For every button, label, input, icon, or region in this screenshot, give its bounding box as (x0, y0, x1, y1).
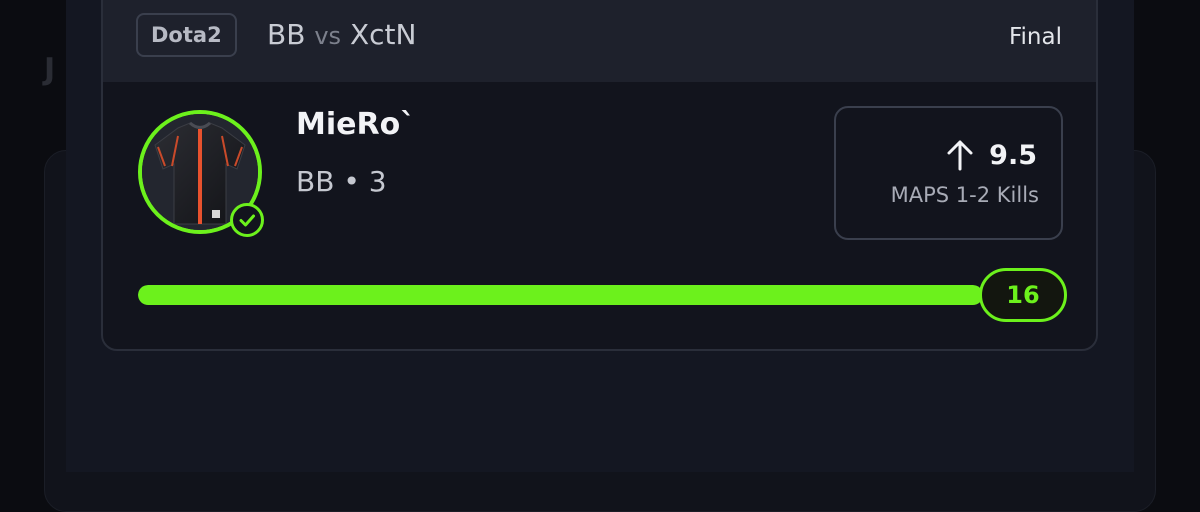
matchup: BB vs XctN (267, 15, 416, 56)
background-text-fragment: J (44, 52, 56, 87)
result-value: 16 (979, 268, 1067, 322)
match-status: Final (1008, 24, 1062, 50)
projection-line: 9.5 (989, 139, 1037, 171)
game-badge: Dota2 (136, 13, 237, 57)
projection-box: 9.5 MAPS 1-2 Kills (834, 106, 1063, 240)
arrow-up-icon (947, 140, 973, 171)
result-progress-fill (138, 285, 983, 305)
card-header: Dota2 BB vs XctN Final (103, 0, 1096, 82)
projection-label: MAPS 1-2 Kills (890, 183, 1039, 207)
team-home: BB (267, 18, 306, 51)
team-away: XctN (349, 18, 417, 51)
player-team-line: BB • 3 (296, 165, 387, 198)
check-circle-icon (230, 203, 264, 237)
projection-row: 9.5 (945, 138, 1037, 172)
player-name: MieRo` (296, 107, 416, 142)
result-progress-bar (138, 285, 983, 305)
vs-label: vs (314, 22, 342, 50)
pick-card[interactable]: Dota2 BB vs XctN Final MieRo` BB • 3 9.5… (101, 0, 1098, 351)
